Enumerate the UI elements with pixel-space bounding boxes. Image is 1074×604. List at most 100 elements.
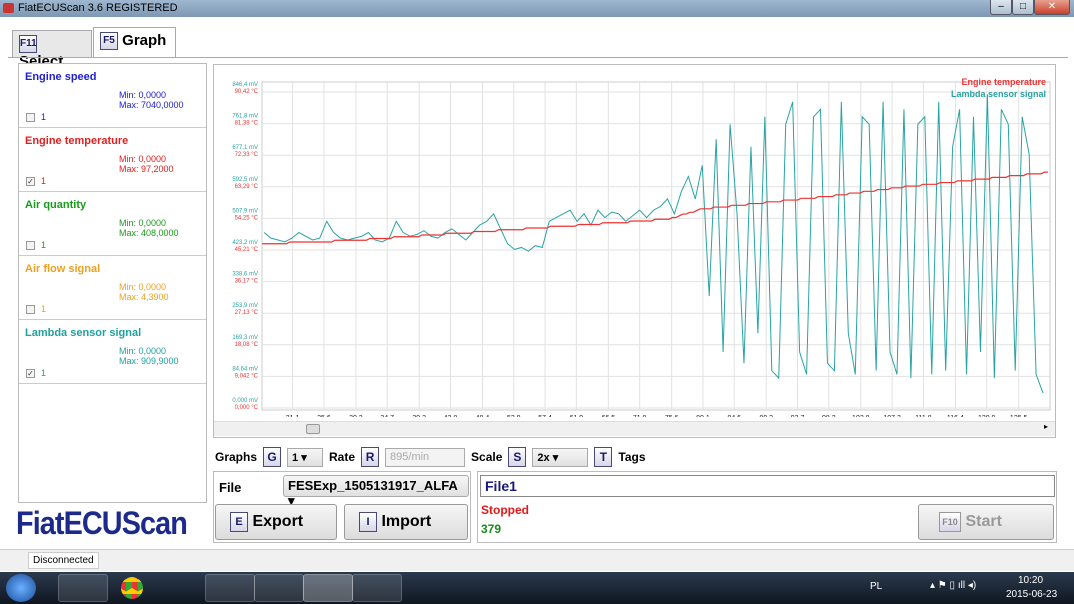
- export-key: E: [230, 512, 248, 532]
- graph-chart: 0,000 mV0,000 °C 84,64 mV9,042 °C 169,3 mV…: [232, 77, 1051, 417]
- status-panel: File1 Stopped 379 F10 Start: [477, 471, 1057, 543]
- tray-icons[interactable]: ▴ ⚑ ▯ ıll ◂): [930, 580, 976, 591]
- import-button[interactable]: I Import: [344, 504, 468, 540]
- y-tick-mv: 423,2 mV: [232, 240, 258, 246]
- graphs-key[interactable]: G: [263, 447, 282, 467]
- chrome-icon[interactable]: [107, 574, 157, 602]
- signal-min: Min: 0,0000: [119, 154, 167, 164]
- x-tick-label: 120,9: [978, 415, 996, 417]
- signal-item: Air quantity Min: 0,0000 Max: 408,0000 1: [19, 192, 206, 256]
- signal-count: 1: [41, 112, 47, 122]
- fiatecuscan-taskbar-icon[interactable]: [303, 574, 353, 602]
- x-tick-label: 25,6: [317, 415, 331, 417]
- y-tick-mv: 507,9 mV: [232, 208, 258, 214]
- tags-key[interactable]: T: [594, 447, 613, 467]
- file-select[interactable]: FESExp_1505131917_ALFA ▾: [283, 475, 469, 508]
- taskbar: PL ▴ ⚑ ▯ ıll ◂) 10:20 2015-06-23: [0, 572, 1074, 604]
- export-label: Export: [252, 513, 304, 531]
- graph-panel: 0,000 mV 0,000 °C 84,64 mV 9,042 °C 169,3 mV…: [213, 64, 1056, 438]
- file-label: File: [219, 480, 242, 495]
- x-tick-label: 75,6: [665, 415, 679, 417]
- close-button[interactable]: ✕: [1034, 0, 1070, 15]
- scale-label: Scale: [471, 450, 503, 464]
- sample-count: 379: [481, 522, 502, 536]
- clock-time[interactable]: 10:20: [1018, 575, 1043, 586]
- minimize-button[interactable]: –: [990, 0, 1012, 15]
- scale-select[interactable]: 2x ▾: [532, 447, 589, 467]
- signal-checkbox[interactable]: [26, 305, 35, 314]
- rate-key[interactable]: R: [361, 447, 380, 467]
- tab-divider: [8, 57, 1068, 58]
- legend-lambda-sensor: Lambda sensor signal: [951, 89, 1046, 99]
- folder-icon[interactable]: [205, 574, 255, 602]
- maximize-button[interactable]: □: [1012, 0, 1034, 15]
- scrollbar-thumb[interactable]: [306, 424, 320, 434]
- signal-count: 1: [41, 368, 47, 378]
- paint-icon[interactable]: [352, 574, 402, 602]
- x-tick-label: 61,9: [570, 415, 584, 417]
- scroll-right-arrow-icon[interactable]: ▸: [1044, 422, 1048, 431]
- start-button[interactable]: F10 Start: [918, 504, 1054, 540]
- y-tick-mv: 677,1 mV: [232, 145, 258, 151]
- signal-min: Min: 0,0000: [119, 282, 167, 292]
- signal-item: Engine temperature Min: 0,0000 Max: 97,2…: [19, 128, 206, 192]
- tab-graph[interactable]: F5 Graph: [93, 27, 176, 58]
- file-name-field[interactable]: File1: [480, 475, 1055, 497]
- y-tick-c: 0,000 °C: [235, 405, 259, 411]
- y-tick-c: 63,29 °C: [235, 184, 259, 190]
- signal-min: Min: 0,0000: [119, 90, 167, 100]
- signal-count: 1: [41, 240, 47, 250]
- x-tick-label: 84,6: [727, 415, 741, 417]
- legend-engine-temperature: Engine temperature: [961, 77, 1046, 87]
- signal-checkbox[interactable]: ✓: [26, 177, 35, 186]
- signal-max: Max: 4,3900: [119, 292, 169, 302]
- y-tick-mv: 84,64 mV: [232, 366, 258, 372]
- x-tick-label: 52,9: [507, 415, 521, 417]
- import-label: Import: [381, 513, 432, 531]
- language-indicator[interactable]: PL: [870, 581, 882, 592]
- signal-name: Air flow signal: [25, 263, 101, 275]
- rate-select: 895/min: [385, 447, 466, 467]
- clock-date[interactable]: 2015-06-23: [1006, 589, 1057, 600]
- x-tick-label: 34,7: [380, 415, 394, 417]
- explorer-icon[interactable]: [58, 574, 108, 602]
- signal-min: Min: 0,0000: [119, 218, 167, 228]
- export-button[interactable]: E Export: [215, 504, 337, 540]
- signal-min: Min: 0,0000: [119, 346, 167, 356]
- signal-checkbox[interactable]: [26, 113, 35, 122]
- start-orb-icon[interactable]: [6, 574, 36, 602]
- warning-app-icon[interactable]: [254, 574, 304, 602]
- file-value: FESExp_1505131917_ALFA: [288, 478, 458, 493]
- signal-checkbox[interactable]: ✓: [26, 369, 35, 378]
- tab-graph-label: Graph: [122, 32, 167, 49]
- signal-max: Max: 408,0000: [119, 228, 179, 238]
- y-tick-mv: 592,5 mV: [232, 177, 258, 183]
- x-tick-label: 66,5: [602, 415, 616, 417]
- apps-icon[interactable]: [156, 574, 206, 602]
- window-title: FiatECUScan 3.6 REGISTERED: [18, 2, 178, 14]
- signal-name: Air quantity: [25, 199, 87, 211]
- rate-value: 895/min: [390, 450, 430, 463]
- title-bar: FiatECUScan 3.6 REGISTERED – □ ✕: [0, 0, 1074, 17]
- y-tick-mv: 0,000 mV: [232, 398, 258, 404]
- tab-select[interactable]: F11 Select: [12, 30, 92, 70]
- rate-label: Rate: [329, 450, 356, 464]
- x-tick-label: 89,2: [759, 415, 773, 417]
- scale-key[interactable]: S: [508, 447, 527, 467]
- signal-item: Lambda sensor signal Min: 0,0000 Max: 90…: [19, 320, 206, 384]
- connection-status: Disconnected: [28, 552, 99, 569]
- tags-label: Tags: [618, 450, 646, 464]
- y-tick-c: 90,42 °C: [235, 89, 259, 95]
- tab-select-key: F11: [19, 35, 37, 54]
- graphs-select[interactable]: 1 ▾: [287, 447, 324, 467]
- y-tick-mv: 338,6 mV: [232, 272, 258, 278]
- app-icon: [3, 3, 14, 13]
- y-tick-mv: 169,3 mV: [232, 335, 258, 341]
- x-tick-label: 107,3: [883, 415, 901, 417]
- x-tick-label: 43,8: [444, 415, 458, 417]
- horizontal-scrollbar[interactable]: ▸: [214, 421, 1055, 436]
- signal-checkbox[interactable]: [26, 241, 35, 250]
- run-state: Stopped: [481, 503, 529, 517]
- signal-max: Max: 7040,0000: [119, 100, 184, 110]
- signal-list: Engine speed Min: 0,0000 Max: 7040,0000 …: [18, 63, 207, 503]
